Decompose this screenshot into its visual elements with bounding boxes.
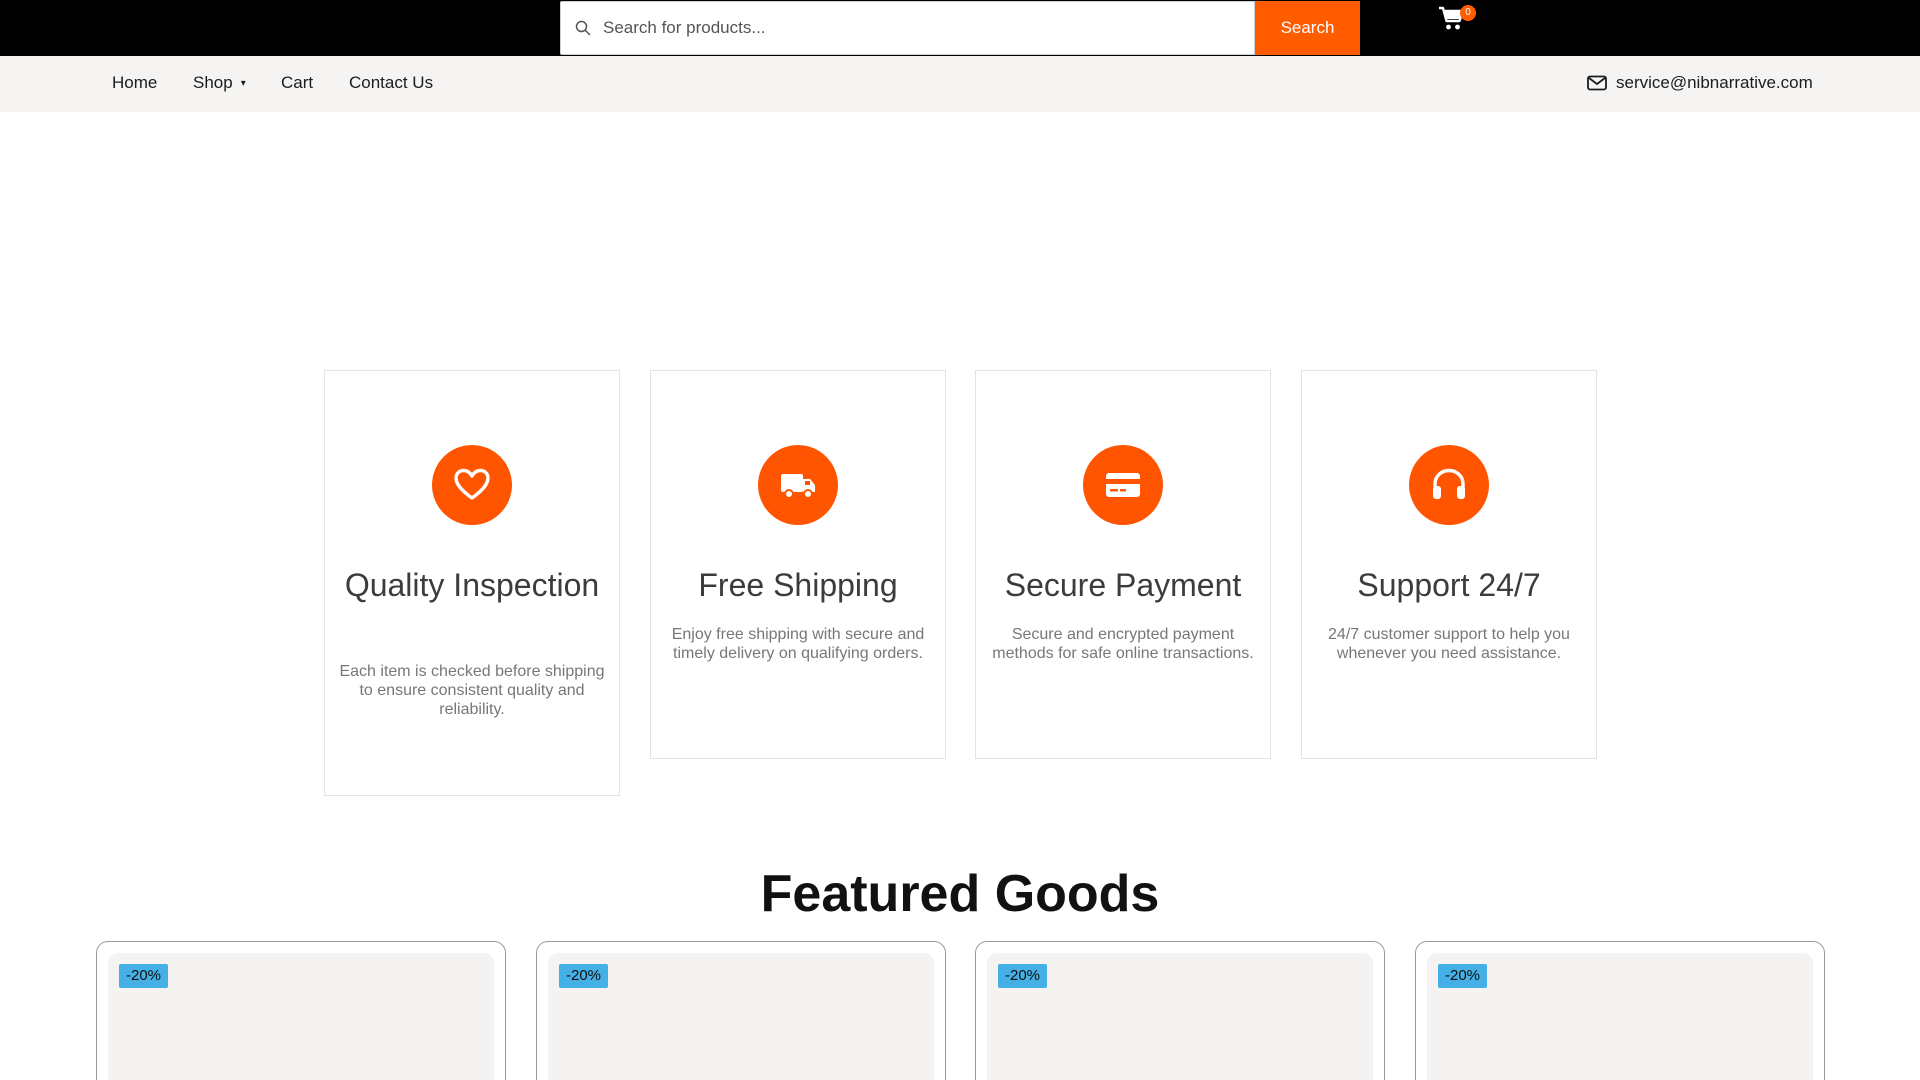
mail-icon — [1587, 75, 1607, 91]
contact-email-text: service@nibnarrative.com — [1616, 73, 1813, 92]
product-image[interactable]: -20% — [108, 953, 494, 1080]
feature-title: Free Shipping — [698, 567, 898, 603]
discount-badge: -20% — [119, 964, 169, 988]
feature-description: Secure and encrypted payment methods for… — [992, 626, 1254, 662]
feature-quality-inspection: Quality Inspection Each item is checked … — [324, 370, 620, 796]
product-image[interactable]: -20% — [1427, 953, 1813, 1080]
truck-icon — [781, 474, 815, 499]
search-button[interactable]: Search — [1255, 1, 1360, 55]
cart-count-badge: 0 — [1460, 5, 1476, 21]
search-icon — [575, 20, 591, 36]
search-form: Search — [560, 1, 1360, 55]
header-cart[interactable]: 0 — [1438, 5, 1478, 42]
search-box[interactable] — [560, 1, 1255, 55]
nav-shop[interactable]: Shop ▾ — [193, 73, 246, 93]
feature-description: Each item is checked before shipping to … — [339, 663, 605, 718]
feature-icon-circle — [432, 445, 512, 525]
discount-badge: -20% — [1438, 964, 1488, 988]
feature-support-24-7: Support 24/7 24/7 customer support to he… — [1301, 370, 1597, 759]
discount-badge: -20% — [559, 964, 609, 988]
nav-shop-label: Shop — [193, 73, 233, 92]
feature-description: Enjoy free shipping with secure and time… — [671, 626, 925, 662]
feature-title: Secure Payment — [1004, 567, 1242, 603]
feature-icon-circle — [758, 445, 838, 525]
feature-icon-circle — [1083, 445, 1163, 525]
discount-badge: -20% — [998, 964, 1048, 988]
product-card[interactable]: -20% — [536, 941, 946, 1080]
feature-description: 24/7 customer support to help you whenev… — [1328, 626, 1570, 662]
contact-email[interactable]: service@nibnarrative.com — [1587, 73, 1813, 93]
feature-title: Support 24/7 — [1357, 567, 1541, 603]
feature-title: Quality Inspection — [344, 567, 600, 603]
nav-cart[interactable]: Cart — [281, 73, 313, 93]
product-image[interactable]: -20% — [548, 953, 934, 1080]
nav-contact-us[interactable]: Contact Us — [349, 73, 433, 93]
product-card[interactable]: -20% — [975, 941, 1385, 1080]
heart-icon — [454, 468, 490, 500]
search-input[interactable] — [603, 18, 1203, 38]
headphones-icon — [1433, 468, 1465, 499]
featured-goods-title: Featured Goods — [760, 865, 1160, 923]
top-bar: Search 0 — [0, 0, 1920, 56]
nav-home[interactable]: Home — [112, 73, 157, 93]
chevron-down-icon: ▾ — [240, 78, 246, 89]
feature-secure-payment: Secure Payment Secure and encrypted paym… — [975, 370, 1271, 759]
main-navigation: Home Shop ▾ Cart Contact Us service@nibna… — [0, 56, 1920, 112]
product-card[interactable]: -20% — [96, 941, 506, 1080]
product-card[interactable]: -20% — [1415, 941, 1825, 1080]
feature-icon-circle — [1409, 445, 1489, 525]
credit-card-icon — [1106, 473, 1140, 497]
feature-free-shipping: Free Shipping Enjoy free shipping with s… — [650, 370, 946, 759]
product-image[interactable]: -20% — [987, 953, 1373, 1080]
